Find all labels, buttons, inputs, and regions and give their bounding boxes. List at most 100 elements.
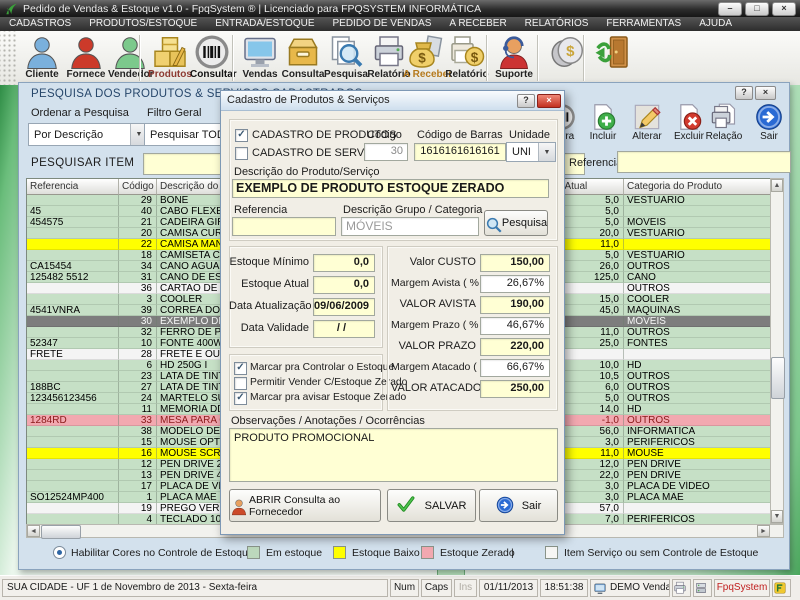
drawer-icon bbox=[285, 34, 321, 70]
price-field[interactable]: 26,67% bbox=[480, 275, 550, 293]
price-field[interactable]: 250,00 bbox=[480, 380, 550, 398]
toolbar-suporte[interactable]: Suporte bbox=[492, 34, 536, 84]
reference-filter-input[interactable] bbox=[617, 151, 791, 173]
minimize-button[interactable]: – bbox=[718, 2, 742, 16]
table-cell bbox=[27, 404, 119, 415]
stock-field[interactable]: / / bbox=[313, 320, 375, 338]
reference-field[interactable] bbox=[232, 217, 336, 236]
price-field[interactable]: 46,67% bbox=[480, 317, 550, 335]
stock-option-checkbox[interactable] bbox=[234, 377, 247, 390]
save-button[interactable]: SALVAR bbox=[387, 489, 476, 522]
menu-item-entrada-estoque[interactable]: ENTRADA/ESTOQUE bbox=[206, 17, 323, 31]
price-field[interactable]: 190,00 bbox=[480, 296, 550, 314]
toolbar-pesquisa[interactable]: Pesquisa bbox=[324, 34, 368, 84]
maximize-button[interactable]: □ bbox=[745, 2, 769, 16]
search-window-close-button[interactable]: × bbox=[755, 86, 776, 100]
menu-item-ajuda[interactable]: AJUDA bbox=[690, 17, 741, 31]
svg-text:$: $ bbox=[566, 43, 575, 60]
table-cell: OUTROS bbox=[624, 283, 771, 294]
price-field-value: 26,67% bbox=[481, 276, 549, 291]
open-supplier-button[interactable]: ABRIR Consulta ao Fornecedor bbox=[229, 489, 381, 522]
enable-colors-radio[interactable] bbox=[53, 546, 66, 559]
price-field-value: 150,00 bbox=[481, 255, 549, 270]
action-sair[interactable]: Sair bbox=[748, 103, 790, 153]
description-field[interactable]: EXEMPLO DE PRODUTO ESTOQUE ZERADO bbox=[232, 179, 549, 198]
table-cell: PEN DRIVE bbox=[624, 470, 771, 481]
legend-swatch bbox=[421, 546, 434, 559]
vertical-scroll-thumb[interactable] bbox=[771, 357, 785, 399]
status-demo-text: DEMO Vendas 1.0 bbox=[610, 580, 670, 596]
table-cell: 40 bbox=[119, 206, 157, 217]
column-header[interactable]: Categoria do Produto bbox=[624, 179, 771, 195]
observations-textarea[interactable]: PRODUTO PROMOCIONAL bbox=[229, 428, 558, 482]
brand-icon bbox=[773, 581, 787, 595]
dialog-exit-button[interactable]: Sair bbox=[479, 489, 558, 522]
toolbar: ClienteForneceVendedorProdutosConsultarV… bbox=[0, 31, 800, 86]
close-button[interactable]: × bbox=[772, 2, 796, 16]
table-vertical-scrollbar[interactable]: ▲ ▼ bbox=[770, 178, 784, 524]
action-alterar[interactable]: Alterar bbox=[626, 103, 668, 153]
table-cell: 1284RD bbox=[27, 415, 119, 426]
order-select[interactable]: Por Descrição ▼ bbox=[28, 123, 148, 146]
price-label: Margem Prazo ( % ) bbox=[391, 319, 476, 331]
stock-option-checkbox[interactable]: ✓ bbox=[234, 362, 247, 375]
search-window-help-button[interactable]: ? bbox=[735, 86, 753, 100]
scroll-up-icon[interactable]: ▲ bbox=[771, 179, 783, 192]
scroll-left-icon[interactable]: ◄ bbox=[27, 525, 40, 537]
column-header[interactable]: Referencia bbox=[27, 179, 119, 195]
price-field[interactable]: 150,00 bbox=[480, 254, 550, 272]
table-cell bbox=[27, 239, 119, 250]
toolbar-consulta[interactable]: Consulta bbox=[281, 34, 325, 84]
dialog-exit-label: Sair bbox=[522, 500, 542, 512]
exit-icon bbox=[594, 34, 630, 70]
table-cell: 19 bbox=[119, 503, 157, 514]
toolbar-consultar[interactable]: Consultar bbox=[190, 34, 234, 84]
price-field[interactable]: 220,00 bbox=[480, 338, 550, 356]
legend-label: Item Serviço ou sem Controle de Estoque bbox=[564, 547, 758, 559]
toolbar-fornece[interactable]: Fornece bbox=[64, 34, 108, 84]
table-cell bbox=[27, 283, 119, 294]
dialog-close-button[interactable]: × bbox=[537, 94, 561, 108]
horizontal-scroll-thumb[interactable] bbox=[41, 525, 81, 539]
magnifier-icon bbox=[485, 216, 499, 230]
stock-field[interactable]: 09/06/2009 bbox=[313, 298, 375, 316]
menu-item-produtos-estoque[interactable]: PRODUTOS/ESTOQUE bbox=[80, 17, 206, 31]
toolbar-produtos[interactable]: Produtos bbox=[148, 34, 192, 84]
toolbar-cliente[interactable]: Cliente bbox=[20, 34, 64, 84]
menu-item-ferramentas[interactable]: FERRAMENTAS bbox=[597, 17, 690, 31]
menu-item-cadastros[interactable]: CADASTROS bbox=[0, 17, 80, 31]
unit-select[interactable]: UNI ▼ bbox=[506, 142, 556, 162]
stock-option-checkbox[interactable]: ✓ bbox=[234, 392, 247, 405]
scroll-down-icon[interactable]: ▼ bbox=[771, 510, 783, 523]
table-cell: 22 bbox=[119, 239, 157, 250]
status-printer bbox=[672, 579, 691, 597]
menu-item-pedido-de-vendas[interactable]: PEDIDO DE VENDAS bbox=[324, 17, 441, 31]
toolbar-a-receber[interactable]: $A Receber bbox=[403, 34, 447, 84]
toolbar-exit[interactable] bbox=[590, 34, 634, 84]
products-checkbox[interactable]: ✓ bbox=[235, 129, 248, 142]
scroll-right-icon[interactable]: ► bbox=[757, 525, 770, 537]
price-field[interactable]: 66,67% bbox=[480, 359, 550, 377]
column-header[interactable]: Código bbox=[119, 179, 157, 195]
action-incluir[interactable]: Incluir bbox=[582, 103, 624, 153]
table-cell: COOLER bbox=[624, 294, 771, 305]
action-rela-o[interactable]: Relação bbox=[703, 103, 745, 153]
table-cell: 34 bbox=[119, 261, 157, 272]
toolbar-vendas[interactable]: Vendas bbox=[238, 34, 282, 84]
toolbar-vendedor[interactable]: Vendedor bbox=[108, 34, 152, 84]
services-checkbox[interactable] bbox=[235, 147, 248, 160]
stock-field[interactable]: 0,0 bbox=[313, 276, 375, 294]
stock-field[interactable]: 0,0 bbox=[313, 254, 375, 272]
search-category-button[interactable]: Pesquisa bbox=[484, 210, 548, 236]
price-field-value: 66,67% bbox=[481, 360, 549, 375]
menu-item-relat-rios[interactable]: RELATÓRIOS bbox=[516, 17, 598, 31]
table-cell bbox=[27, 426, 119, 437]
toolbar-relat-rio[interactable]: $Relatório bbox=[445, 34, 489, 84]
stock-option-label: Marcar pra avisar Estoque Zerado bbox=[250, 392, 406, 403]
table-cell bbox=[27, 448, 119, 459]
menu-item-a-receber[interactable]: A RECEBER bbox=[440, 17, 515, 31]
table-cell: HD bbox=[624, 404, 771, 415]
dialog-help-button[interactable]: ? bbox=[517, 94, 535, 108]
chevron-down-icon[interactable]: ▼ bbox=[538, 143, 555, 161]
barcode-field[interactable]: 1616161616161 bbox=[414, 143, 506, 161]
